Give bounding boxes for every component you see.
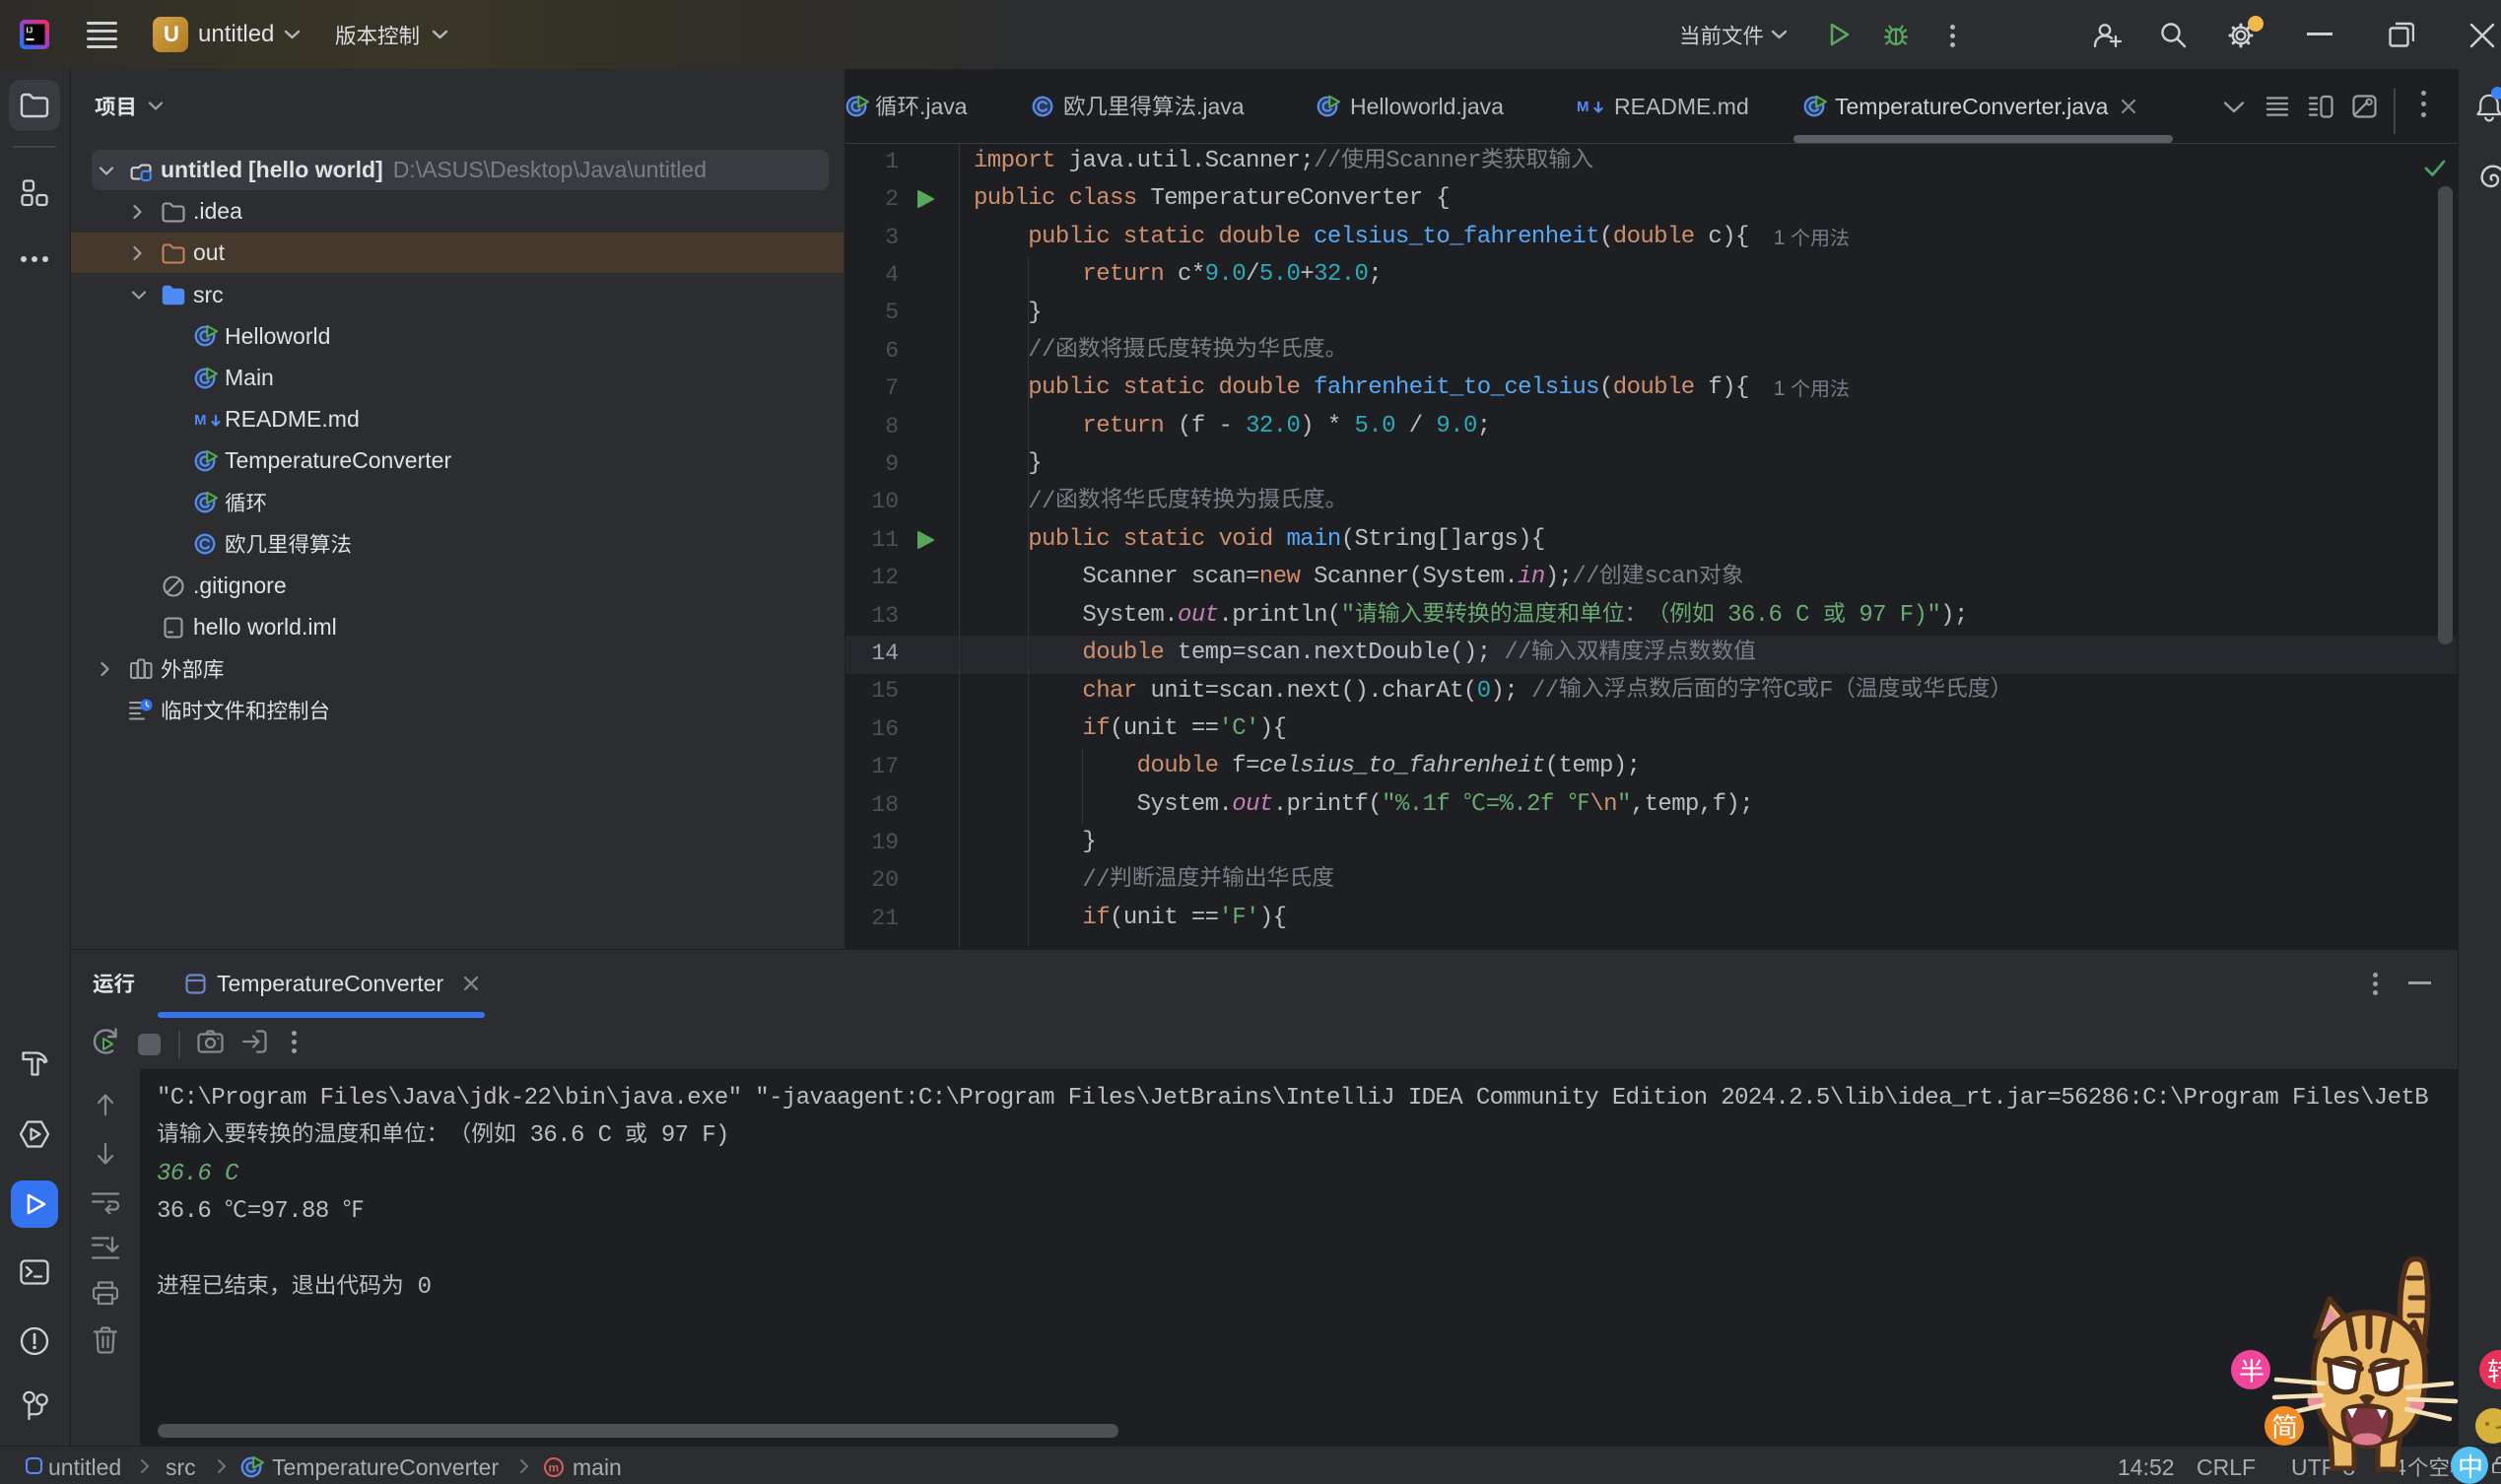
svg-text:M: M <box>1577 99 1589 115</box>
svg-text:IJ: IJ <box>27 27 34 35</box>
svg-text:m: m <box>549 1461 560 1475</box>
svg-text:M: M <box>194 412 207 429</box>
